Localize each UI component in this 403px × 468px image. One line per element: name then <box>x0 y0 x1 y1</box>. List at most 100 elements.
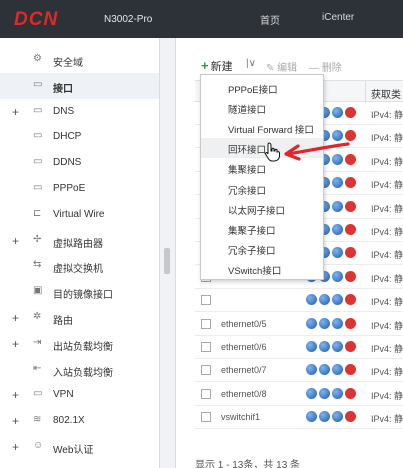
new-button[interactable]: + 新建 <box>201 58 233 74</box>
table-row[interactable]: ethernet0/6 IPv4: 静 <box>195 336 403 359</box>
ddns-icon: ▭ <box>33 156 43 168</box>
splitter-handle[interactable] <box>164 248 170 274</box>
security-zone-icon: ⚙ <box>33 53 42 64</box>
table-row[interactable]: ethernet0/8 IPv4: 静 <box>195 383 403 406</box>
column-header-acquire-type[interactable]: 获取类 <box>371 86 401 101</box>
sidebar-item[interactable]: ▭ 接口 <box>0 72 159 99</box>
top-header: DCN N3002-Pro 首页 iCenter <box>0 0 403 38</box>
sidebar-item[interactable]: + ✲ 路由 <box>0 305 159 331</box>
globe-icon <box>319 364 330 376</box>
sidebar-item-label: 接口 <box>53 83 73 95</box>
disabled-icon <box>345 270 356 282</box>
expand-plus-icon[interactable]: + <box>12 234 19 248</box>
menu-item[interactable]: 隧道接口 <box>201 98 323 118</box>
sidebar-item-label: 虚拟交换机 <box>53 264 103 276</box>
disabled-icon <box>345 247 356 259</box>
status-icons <box>306 294 362 306</box>
status-icons <box>306 317 362 330</box>
row-checkbox[interactable] <box>201 388 211 399</box>
outbound-lb-icon: ⇥ <box>33 336 42 348</box>
menu-item[interactable]: VSwitch接口 <box>201 259 323 279</box>
globe-icon <box>306 364 317 376</box>
menu-item-label: VSwitch接口 <box>228 265 282 277</box>
pppoe-icon: ▭ <box>33 182 43 193</box>
row-checkbox[interactable] <box>201 412 211 423</box>
disabled-icon <box>345 364 356 376</box>
menu-item[interactable]: 集聚子接口 <box>201 219 323 239</box>
expand-plus-icon[interactable]: + <box>12 337 19 351</box>
globe-icon <box>306 341 317 352</box>
menu-item[interactable]: 以太网子接口 <box>201 199 323 219</box>
expand-plus-icon[interactable]: + <box>12 388 19 402</box>
sidebar-item-label: 出站负载均衡 <box>53 341 113 353</box>
sidebar-item[interactable]: ▭ DDNS <box>0 150 159 176</box>
wifi-icon: ≋ <box>33 414 42 426</box>
disabled-icon <box>345 317 356 329</box>
edit-button[interactable]: ✎ 编辑 <box>266 59 297 74</box>
globe-icon <box>319 317 330 329</box>
globe-icon <box>319 341 330 352</box>
disabled-icon <box>345 411 356 423</box>
globe-icon <box>332 341 343 352</box>
row-checkbox[interactable] <box>201 342 211 352</box>
sidebar-item[interactable]: + ✢ 虚拟路由器 <box>0 228 159 254</box>
vpn-icon: ▭ <box>33 388 43 400</box>
disabled-icon <box>345 107 356 118</box>
sidebar-item[interactable]: ⊏ Virtual Wire <box>0 202 159 228</box>
sidebar-item[interactable]: + ≋ 802.1X <box>0 408 159 434</box>
interface-name: ethernet0/8 <box>221 388 267 399</box>
globe-icon <box>332 317 343 329</box>
sidebar-item[interactable]: + ▭ DNS <box>0 99 159 125</box>
menu-item-label: 回环接口 <box>228 145 267 157</box>
globe-icon <box>332 224 343 235</box>
sidebar-item[interactable]: + ⇥ 出站负载均衡 <box>0 331 159 357</box>
brand-logo: DCN <box>14 9 59 30</box>
sidebar-item[interactable]: ▭ PPPoE <box>0 176 159 202</box>
table-row[interactable]: vswitchif1 IPv4: 静 <box>195 406 403 430</box>
delete-button[interactable]: — 删除 <box>309 59 342 74</box>
menu-item-label: 冗余接口 <box>228 185 267 197</box>
globe-icon <box>332 247 343 259</box>
acquire-type: IPv4: 静 <box>371 133 403 144</box>
column-divider[interactable] <box>365 81 366 103</box>
acquire-type: IPv4: 静 <box>371 180 403 191</box>
expand-plus-icon[interactable]: + <box>12 311 19 325</box>
row-checkbox[interactable] <box>201 295 211 306</box>
sidebar-item[interactable]: ⚙ 安全域 <box>0 47 159 73</box>
acquire-type: IPv4: 静 <box>371 344 403 354</box>
sidebar-item[interactable]: + ☺ Web认证 <box>0 434 159 460</box>
table-row[interactable]: IPv4: 静 <box>195 289 403 313</box>
globe-icon <box>332 177 343 189</box>
menu-item[interactable]: 冗余子接口 <box>201 239 323 259</box>
sidebar-item-label: 虚拟路由器 <box>53 238 103 250</box>
menu-item-label: Virtual Forward 接口 <box>228 125 314 137</box>
sidebar-item[interactable]: ▣ 目的镜像接口 <box>0 279 159 305</box>
acquire-type: IPv4: 静 <box>371 390 403 401</box>
row-checkbox[interactable] <box>201 318 211 329</box>
sidebar-item-label: 路由 <box>53 316 73 327</box>
acquire-type: IPv4: 静 <box>371 203 403 214</box>
expand-plus-icon[interactable]: + <box>12 105 19 119</box>
sidebar-splitter[interactable] <box>160 38 176 468</box>
interface-name: vswitchif1 <box>221 412 261 423</box>
menu-item[interactable]: 冗余接口 <box>201 179 323 199</box>
menu-item-label: 集聚子接口 <box>228 225 276 237</box>
row-checkbox[interactable] <box>201 365 211 376</box>
table-row[interactable]: ethernet0/7 IPv4: 静 <box>195 359 403 383</box>
sidebar-item[interactable]: ⇤ 入站负载均衡 <box>0 357 159 383</box>
nav-home[interactable]: 首页 <box>260 12 280 27</box>
disabled-icon <box>345 294 356 306</box>
sidebar-item[interactable]: ⇆ 虚拟交换机 <box>0 253 159 279</box>
menu-item[interactable]: Virtual Forward 接口 <box>201 118 323 138</box>
table-row[interactable]: ethernet0/5 IPv4: 静 <box>195 313 403 336</box>
disabled-icon <box>345 177 356 189</box>
expand-plus-icon[interactable]: + <box>12 414 19 428</box>
nav-icenter[interactable]: iCenter <box>322 12 354 23</box>
expand-plus-icon[interactable]: + <box>12 440 19 454</box>
globe-icon <box>332 364 343 376</box>
globe-icon <box>306 411 317 423</box>
sidebar-item[interactable]: ▭ DHCP <box>0 124 159 150</box>
new-dropdown-caret[interactable]: |∨ <box>246 58 256 69</box>
sidebar-item[interactable]: + ▭ VPN <box>0 382 159 408</box>
menu-item[interactable]: PPPoE接口 <box>201 78 323 98</box>
